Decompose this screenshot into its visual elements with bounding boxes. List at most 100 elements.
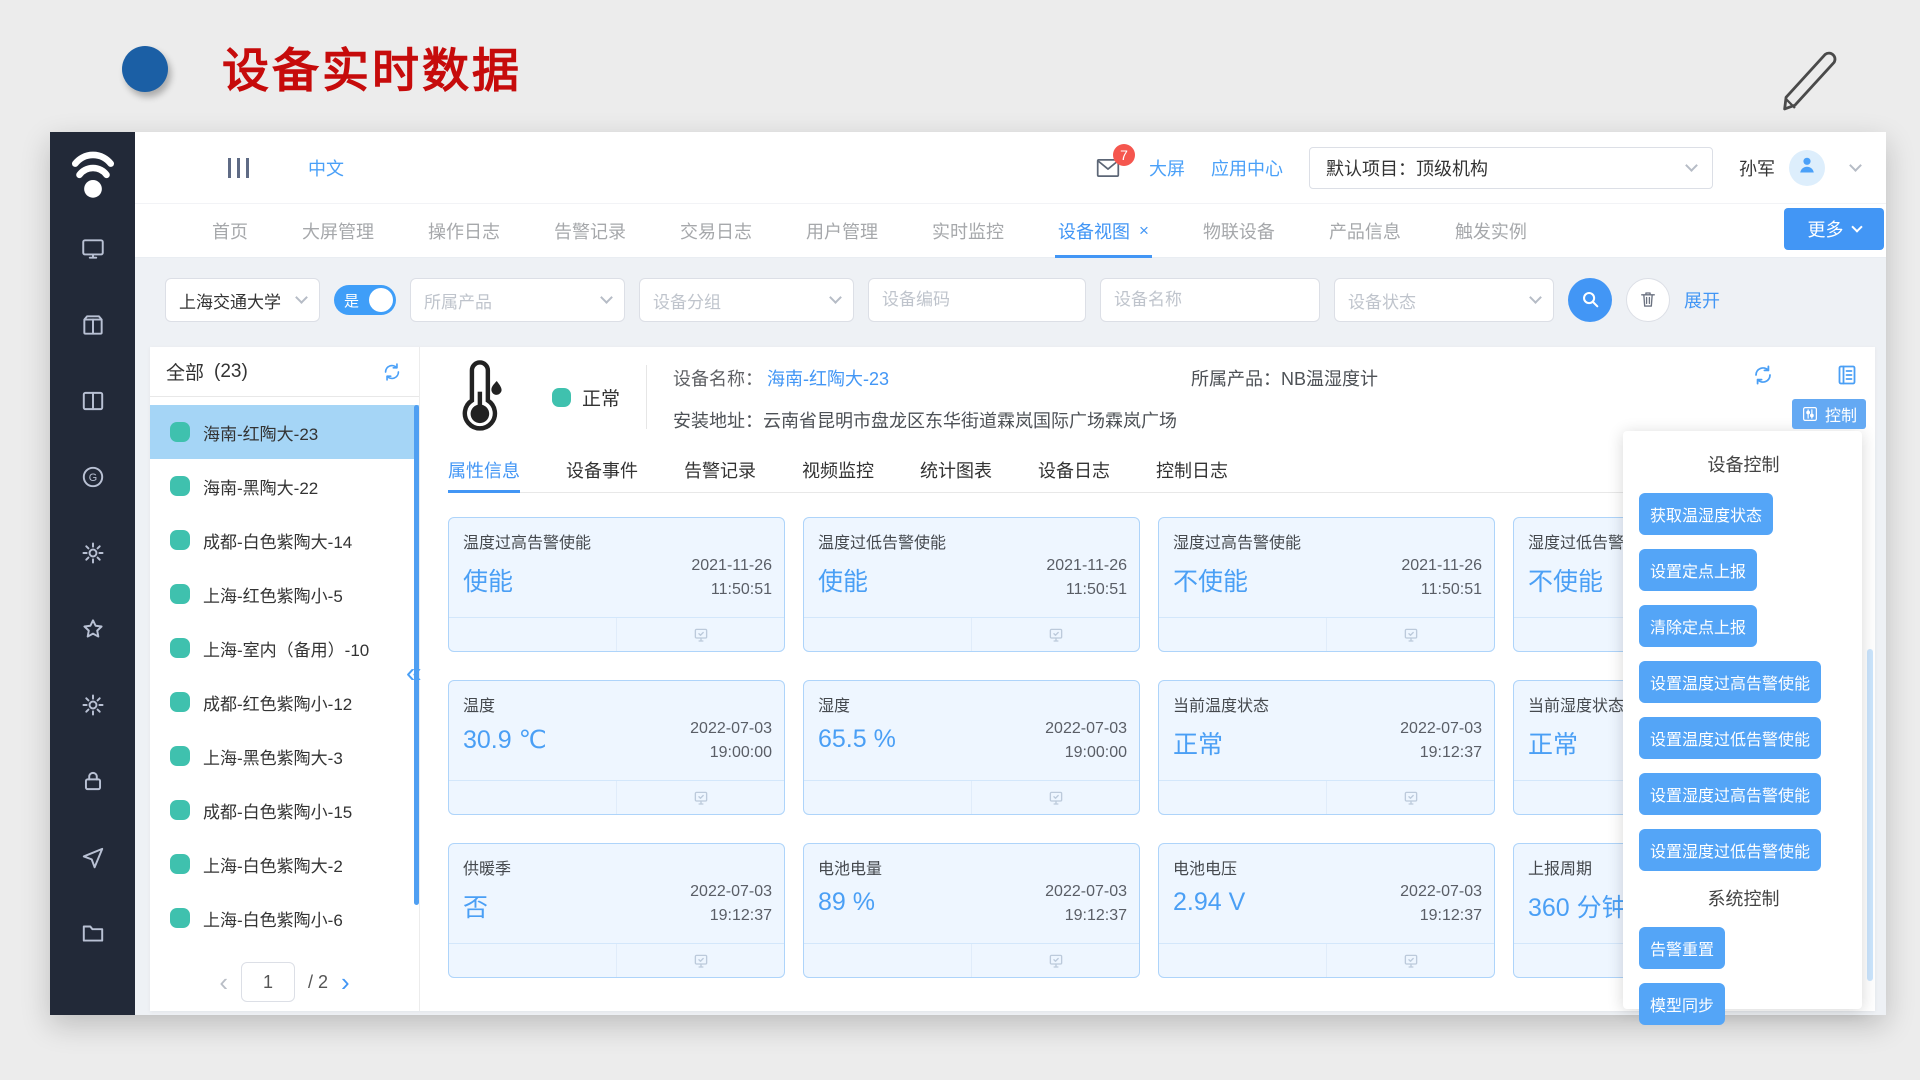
monitor-icon[interactable] — [80, 236, 106, 262]
detail-tab[interactable]: 告警记录 — [684, 447, 756, 492]
project-select[interactable]: 默认项目：顶级机构 — [1309, 147, 1713, 189]
attribute-history-button[interactable] — [616, 944, 784, 977]
nav-tab[interactable]: 产品信息 — [1302, 204, 1428, 257]
attribute-set-button[interactable] — [1159, 944, 1326, 977]
control-command-button[interactable]: 模型同步 — [1639, 983, 1725, 1025]
layout-icon[interactable] — [80, 388, 106, 414]
detail-tab[interactable]: 控制日志 — [1156, 447, 1228, 492]
refresh-icon[interactable] — [1751, 363, 1775, 387]
menu-toggle-icon[interactable] — [225, 158, 252, 178]
device-list-item[interactable]: 上海-红色紫陶小-5 — [150, 567, 419, 621]
brand-logo-icon[interactable] — [65, 142, 121, 204]
next-page-icon[interactable]: › — [341, 967, 350, 998]
device-name-input[interactable] — [1100, 278, 1320, 322]
close-tab-icon[interactable]: × — [1139, 221, 1149, 241]
more-button[interactable]: 更多 — [1784, 208, 1884, 250]
messages-button[interactable]: 7 — [1093, 155, 1123, 181]
settings-icon[interactable] — [1793, 363, 1817, 387]
collapse-list-icon[interactable]: « — [406, 657, 422, 689]
folder-icon[interactable] — [80, 920, 106, 946]
user-menu-chevron-icon[interactable] — [1849, 159, 1862, 172]
prev-page-icon[interactable]: ‹ — [219, 967, 228, 998]
attribute-history-button[interactable] — [1326, 618, 1494, 651]
product-select[interactable]: 所属产品 — [410, 278, 625, 322]
control-command-button[interactable]: 设置定点上报 — [1639, 549, 1757, 591]
detail-tab[interactable]: 设备日志 — [1038, 447, 1110, 492]
star-icon[interactable] — [80, 616, 106, 642]
gear-icon[interactable] — [80, 692, 106, 718]
nav-tab[interactable]: 首页 — [185, 204, 275, 257]
device-list-header: 全部 (23) — [150, 347, 419, 397]
detail-tab[interactable]: 属性信息 — [448, 447, 520, 492]
control-command-button[interactable]: 设置湿度过高告警使能 — [1639, 773, 1821, 815]
package-icon[interactable] — [80, 312, 106, 338]
device-status-select[interactable]: 设备状态 — [1334, 278, 1554, 322]
nav-tab[interactable]: 触发实例 — [1428, 204, 1554, 257]
expand-filters-link[interactable]: 展开 — [1684, 287, 1720, 313]
nav-tab[interactable]: 设备视图 × — [1031, 204, 1176, 257]
attribute-set-button[interactable] — [1159, 781, 1326, 814]
device-code-input[interactable] — [868, 278, 1086, 322]
attribute-history-button[interactable] — [1326, 944, 1494, 977]
attribute-history-button[interactable] — [971, 944, 1139, 977]
nav-tab[interactable]: 交易日志 — [653, 204, 779, 257]
attribute-set-button[interactable] — [449, 944, 616, 977]
list-scrollbar[interactable] — [414, 405, 419, 905]
panel-scrollbar[interactable] — [1867, 649, 1873, 981]
control-command-button[interactable]: 告警重置 — [1639, 927, 1725, 969]
detail-tab[interactable]: 视频监控 — [802, 447, 874, 492]
app-center-link[interactable]: 应用中心 — [1211, 155, 1283, 181]
nav-tab[interactable]: 大屏管理 — [275, 204, 401, 257]
org-select[interactable]: 上海交通大学 — [165, 278, 320, 322]
control-command-button[interactable]: 清除定点上报 — [1639, 605, 1757, 647]
device-list-item[interactable]: 海南-红陶大-23 — [150, 405, 419, 459]
search-button[interactable] — [1568, 278, 1612, 322]
attribute-set-button[interactable] — [449, 618, 616, 651]
nav-tab[interactable]: 告警记录 — [527, 204, 653, 257]
device-list-item[interactable]: 上海-白色紫陶大-2 — [150, 837, 419, 891]
clear-button[interactable] — [1626, 278, 1670, 322]
device-list-item[interactable]: 海南-黑陶大-22 — [150, 459, 419, 513]
attribute-set-button[interactable] — [804, 781, 971, 814]
nav-tab[interactable]: 物联设备 — [1176, 204, 1302, 257]
attribute-history-button[interactable] — [971, 781, 1139, 814]
attribute-set-button[interactable] — [1159, 618, 1326, 651]
device-list-item[interactable]: 成都-白色紫陶小-15 — [150, 783, 419, 837]
control-command-button[interactable]: 设置温度过高告警使能 — [1639, 661, 1821, 703]
control-command-button[interactable]: 获取温湿度状态 — [1639, 493, 1773, 535]
device-group-select[interactable]: 设备分组 — [639, 278, 854, 322]
log-list-icon[interactable] — [1835, 363, 1859, 387]
attribute-history-button[interactable] — [1326, 781, 1494, 814]
avatar[interactable] — [1789, 150, 1825, 186]
nav-tab[interactable]: 操作日志 — [401, 204, 527, 257]
attribute-set-button[interactable] — [804, 618, 971, 651]
device-name-value[interactable]: 海南-红陶大-23 — [767, 365, 889, 391]
page-title: 设备实时数据 — [222, 32, 522, 101]
gear-icon[interactable] — [80, 540, 106, 566]
refresh-list-icon[interactable] — [381, 361, 403, 383]
current-page-input[interactable]: 1 — [241, 962, 295, 1002]
nav-tab[interactable]: 用户管理 — [779, 204, 905, 257]
attribute-history-button[interactable] — [616, 618, 784, 651]
control-command-button[interactable]: 设置温度过低告警使能 — [1639, 717, 1821, 759]
nav-tab[interactable]: 实时监控 — [905, 204, 1031, 257]
g-badge-icon[interactable]: G — [80, 464, 106, 490]
device-list-item[interactable]: 上海-白色紫陶小-6 — [150, 891, 419, 945]
lock-icon[interactable] — [80, 768, 106, 794]
attribute-history-button[interactable] — [616, 781, 784, 814]
send-icon[interactable] — [80, 844, 106, 870]
sub-org-toggle[interactable]: 是 — [334, 285, 396, 315]
big-screen-link[interactable]: 大屏 — [1149, 155, 1185, 181]
attribute-set-button[interactable] — [449, 781, 616, 814]
attribute-set-button[interactable] — [804, 944, 971, 977]
detail-tab[interactable]: 统计图表 — [920, 447, 992, 492]
control-button[interactable]: 控制 — [1792, 399, 1866, 429]
device-list-item[interactable]: 上海-黑色紫陶大-3 — [150, 729, 419, 783]
device-list-item[interactable]: 成都-红色紫陶小-12 — [150, 675, 419, 729]
control-command-button[interactable]: 设置湿度过低告警使能 — [1639, 829, 1821, 871]
attribute-history-button[interactable] — [971, 618, 1139, 651]
language-switch[interactable]: 中文 — [308, 155, 344, 181]
device-list-item[interactable]: 成都-白色紫陶大-14 — [150, 513, 419, 567]
detail-tab[interactable]: 设备事件 — [566, 447, 638, 492]
device-list-item[interactable]: 上海-室内（备用）-10 — [150, 621, 419, 675]
